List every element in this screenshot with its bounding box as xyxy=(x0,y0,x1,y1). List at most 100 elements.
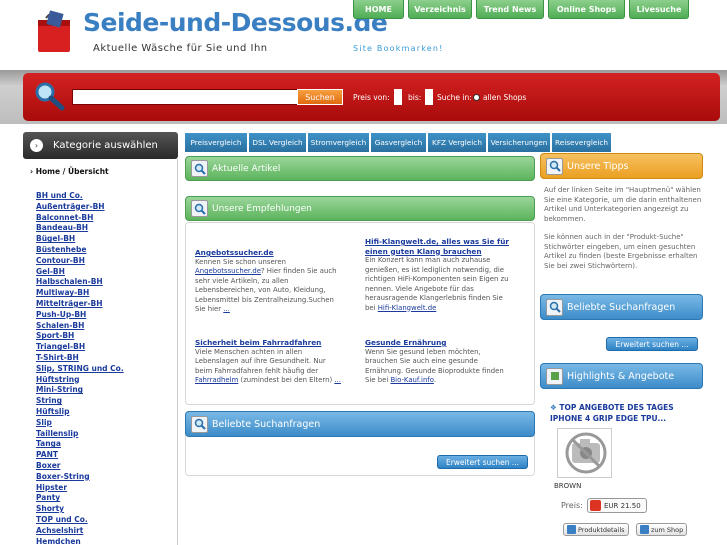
category-item[interactable]: Gel-BH xyxy=(36,267,124,278)
tab-dsl[interactable]: DSL Vergleich xyxy=(249,133,306,152)
article-link[interactable]: Bio-Kauf.info xyxy=(390,376,433,384)
category-item[interactable]: Balconnet-BH xyxy=(36,213,124,224)
highlights-header: Highlights & Angebote xyxy=(540,363,703,389)
article-link[interactable]: Hifi-Klangwelt.de xyxy=(378,304,437,312)
category-item[interactable]: Hüftstring xyxy=(36,375,124,386)
bookmark-link[interactable]: Site Bookmarken! xyxy=(353,44,444,53)
category-item[interactable]: Shorty xyxy=(36,504,124,515)
price-from-label: Preis von: xyxy=(353,93,390,102)
tips-text: Auf der linken Seite im "Hauptmenü" wähl… xyxy=(544,186,702,270)
site-title[interactable]: Seide-und-Dessous.de xyxy=(83,8,388,37)
category-item[interactable]: Büstenhebe xyxy=(36,245,124,256)
category-sidebar: › Home / Übersicht BH und Co. Außenträger… xyxy=(23,159,178,545)
home-overview-link[interactable]: › Home / Übersicht xyxy=(30,167,109,176)
to-shop-button[interactable]: zum Shop xyxy=(636,523,688,536)
magnifier-icon xyxy=(191,415,208,433)
tab-versicherungen[interactable]: Versicherungen xyxy=(488,133,550,152)
product-title[interactable]: ❖ TOP ANGEBOTE DES TAGES IPHONE 4 GRIP E… xyxy=(550,402,700,424)
price-badge: EUR 21.50 xyxy=(587,498,647,513)
article-link[interactable]: Angebotssucher.de xyxy=(195,267,261,275)
search-bar: Suchen Preis von: bis: Suche in: allen S… xyxy=(0,70,727,124)
no-image-icon[interactable] xyxy=(557,428,612,478)
comparison-tabs: Preisvergleich DSL Vergleich Stromvergle… xyxy=(185,133,611,152)
article-card: Gesunde Ernährung Wenn Sie gesund leben … xyxy=(365,338,515,386)
nav-online-shops[interactable]: Online Shops xyxy=(548,0,625,19)
price-label: Preis: xyxy=(561,501,583,510)
tab-preisvergleich[interactable]: Preisvergleich xyxy=(185,133,247,152)
nav-livesuche[interactable]: Livesuche xyxy=(629,0,689,19)
article-title-link[interactable]: Sicherheit beim Fahrradfahren xyxy=(195,338,345,348)
article-title-link[interactable]: Angebotssucher.de xyxy=(195,248,345,258)
category-item[interactable]: Sport-BH xyxy=(36,331,124,342)
more-link[interactable]: ... xyxy=(334,376,341,384)
category-item[interactable]: T-Shirt-BH xyxy=(36,353,124,364)
more-link[interactable]: ... xyxy=(223,305,230,313)
extended-search-button[interactable]: Erweitert suchen ... xyxy=(437,455,528,469)
category-item[interactable]: Hemdchen xyxy=(36,537,124,545)
magnifier-icon xyxy=(191,160,208,177)
nav-trend-news[interactable]: Trend News xyxy=(476,0,544,19)
category-item[interactable]: Schalen-BH xyxy=(36,321,124,332)
category-item[interactable]: Bügel-BH xyxy=(36,234,124,245)
category-heading: Kategorie auswählen xyxy=(53,140,158,151)
category-item[interactable]: Boxer xyxy=(36,461,124,472)
all-shops-radio[interactable] xyxy=(473,94,480,101)
tab-reise[interactable]: Reisevergleich xyxy=(552,133,611,152)
category-item[interactable]: Slip, STRING und Co. xyxy=(36,364,124,375)
chevron-right-icon: › xyxy=(30,139,43,152)
article-link[interactable]: Fahrradhelm xyxy=(195,376,238,384)
category-item[interactable]: Boxer-String xyxy=(36,472,124,483)
cart-icon xyxy=(640,525,649,534)
tag-icon xyxy=(546,367,563,385)
product-details-button[interactable]: Produktdetails xyxy=(563,523,629,536)
category-item[interactable]: Hüftslip xyxy=(36,407,124,418)
tab-kfz[interactable]: KFZ Vergleich xyxy=(428,133,486,152)
category-item[interactable]: Hipster xyxy=(36,483,124,494)
category-item[interactable]: Tanga xyxy=(36,439,124,450)
category-item[interactable]: Achselshirt xyxy=(36,526,124,537)
site-subtitle: Aktuelle Wäsche für Sie und Ihn xyxy=(93,43,268,54)
category-item[interactable]: Push-Up-BH xyxy=(36,310,124,321)
article-title-link[interactable]: Gesunde Ernährung xyxy=(365,338,515,348)
article-card: Hifi-Klangwelt.de, alles was Sie für ein… xyxy=(365,237,515,313)
category-item[interactable]: Panty xyxy=(36,493,124,504)
price-to-label: bis: xyxy=(408,93,422,102)
magnifier-icon xyxy=(33,81,65,111)
category-item[interactable]: Slip xyxy=(36,418,124,429)
search-in-label: Suche in: xyxy=(437,93,472,102)
category-item[interactable]: Multiway-BH xyxy=(36,288,124,299)
article-card: Sicherheit beim Fahrradfahren Viele Mens… xyxy=(195,338,345,386)
category-item[interactable]: String xyxy=(36,396,124,407)
article-title-link[interactable]: Hifi-Klangwelt.de, alles was Sie für ein… xyxy=(365,237,515,256)
tab-strom[interactable]: Stromvergleich xyxy=(308,133,369,152)
search-button[interactable]: Suchen xyxy=(297,89,343,105)
magnifier-icon xyxy=(546,298,563,316)
info-icon xyxy=(567,525,576,534)
magnifier-icon xyxy=(546,157,563,175)
category-item[interactable]: Halbschalen-BH xyxy=(36,277,124,288)
search-input[interactable] xyxy=(72,89,312,105)
category-list: BH und Co. Außenträger-BH Balconnet-BH Band… xyxy=(36,191,124,545)
category-item[interactable]: BH und Co. xyxy=(36,191,124,202)
top-nav: HOME Verzeichnis Trend News Online Shops… xyxy=(353,0,689,19)
price-from-input[interactable] xyxy=(394,89,402,105)
nav-verzeichnis[interactable]: Verzeichnis xyxy=(408,0,472,19)
category-item[interactable]: Taillenslip xyxy=(36,429,124,440)
euro-icon xyxy=(590,500,601,511)
all-shops-label: allen Shops xyxy=(483,93,527,102)
nav-home[interactable]: HOME xyxy=(353,0,404,19)
category-item[interactable]: TOP und Co. xyxy=(36,515,124,526)
category-item[interactable]: Contour-BH xyxy=(36,256,124,267)
category-item[interactable]: Mini-String xyxy=(36,385,124,396)
logo-icon xyxy=(34,8,74,54)
price-to-input[interactable] xyxy=(425,89,433,105)
tab-gas[interactable]: Gasvergleich xyxy=(371,133,426,152)
category-item[interactable]: Mittelträger-BH xyxy=(36,299,124,310)
category-item[interactable]: Außenträger-BH xyxy=(36,202,124,213)
category-item[interactable]: PANT xyxy=(36,450,124,461)
current-articles-header[interactable]: Aktuelle Artikel xyxy=(185,156,535,181)
category-item[interactable]: Bandeau-BH xyxy=(36,223,124,234)
sparkle-icon: ❖ xyxy=(550,403,557,412)
right-extended-search-button[interactable]: Erweitert suchen ... xyxy=(606,337,698,351)
category-item[interactable]: Triangel-BH xyxy=(36,342,124,353)
